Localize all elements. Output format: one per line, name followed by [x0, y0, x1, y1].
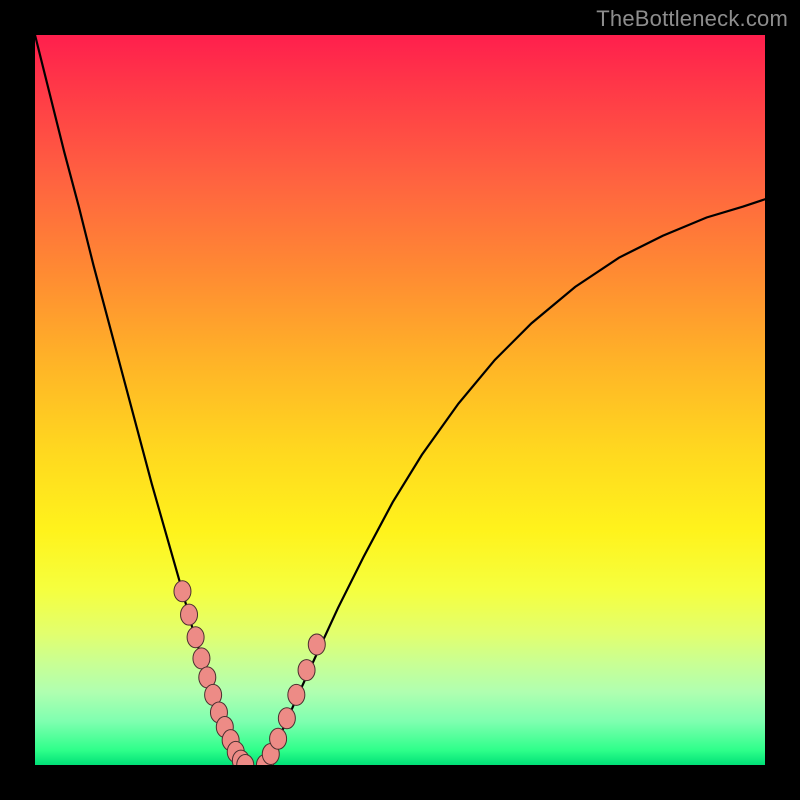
points-group [174, 581, 325, 765]
data-point [298, 660, 315, 681]
watermark-text: TheBottleneck.com [596, 6, 788, 32]
data-point [308, 634, 325, 655]
data-point [278, 708, 295, 729]
data-point [181, 604, 198, 625]
curve-left-branch [35, 35, 245, 765]
plot-area [35, 35, 765, 765]
data-point [288, 684, 305, 705]
chart-frame: TheBottleneck.com [0, 0, 800, 800]
chart-svg [35, 35, 765, 765]
curve-right-branch [265, 199, 765, 765]
curve-group [35, 35, 765, 765]
data-point [187, 627, 204, 648]
data-point [270, 728, 287, 749]
data-point [193, 648, 210, 669]
data-point [174, 581, 191, 602]
